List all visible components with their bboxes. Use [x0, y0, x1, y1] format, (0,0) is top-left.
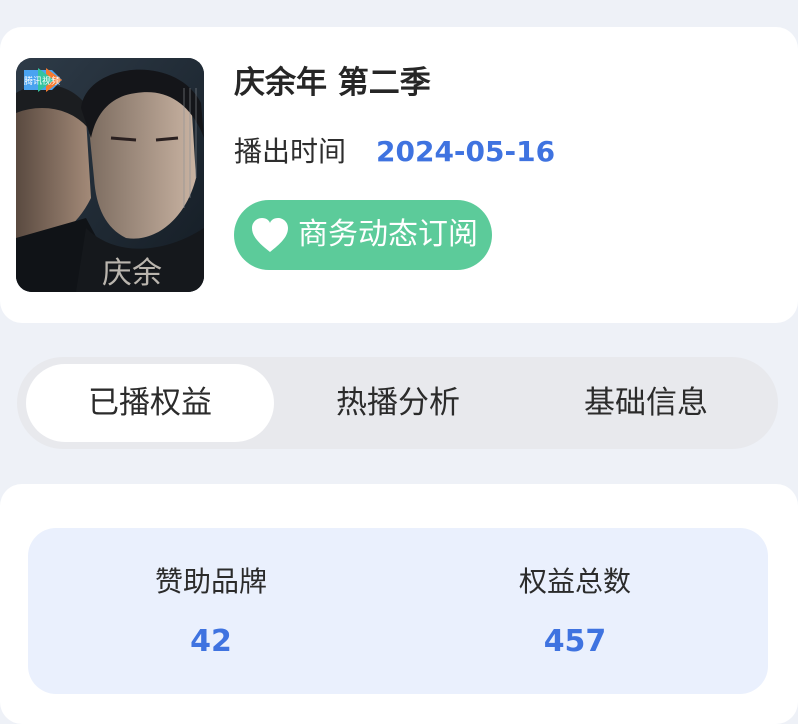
stat-label: 赞助品牌	[154, 565, 267, 598]
air-date-label: 播出时间	[234, 135, 347, 168]
tab-bar: 已播权益 热播分析 基础信息	[17, 357, 778, 449]
platform-badge-text: 腾讯视频	[24, 75, 60, 87]
stats-card: 赞助品牌 42 权益总数 457	[0, 484, 798, 724]
subscribe-button-label: 商务动态订阅	[298, 217, 478, 252]
heart-icon	[252, 218, 288, 252]
stat-value: 457	[543, 624, 607, 659]
show-info-card: 庆余 腾讯视频 庆余年 第二季 播出时间 2024-05-16 商务动态订阅	[0, 27, 798, 323]
subscribe-button[interactable]: 商务动态订阅	[234, 200, 492, 270]
tab-aired-benefits[interactable]: 已播权益	[26, 364, 274, 442]
stat-sponsor-brands[interactable]: 赞助品牌 42	[28, 528, 398, 694]
tab-trending-analysis[interactable]: 热播分析	[274, 364, 522, 442]
stats-summary: 赞助品牌 42 权益总数 457	[28, 528, 768, 694]
show-poster[interactable]: 庆余 腾讯视频	[16, 58, 204, 292]
tab-basic-info[interactable]: 基础信息	[522, 364, 770, 442]
air-date-value: 2024-05-16	[376, 135, 556, 168]
stat-label: 权益总数	[518, 565, 631, 598]
show-title: 庆余年 第二季	[234, 65, 431, 101]
stat-value: 42	[190, 624, 232, 659]
stat-total-benefits[interactable]: 权益总数 457	[398, 528, 768, 694]
poster-calligraphy: 庆余	[102, 256, 162, 291]
